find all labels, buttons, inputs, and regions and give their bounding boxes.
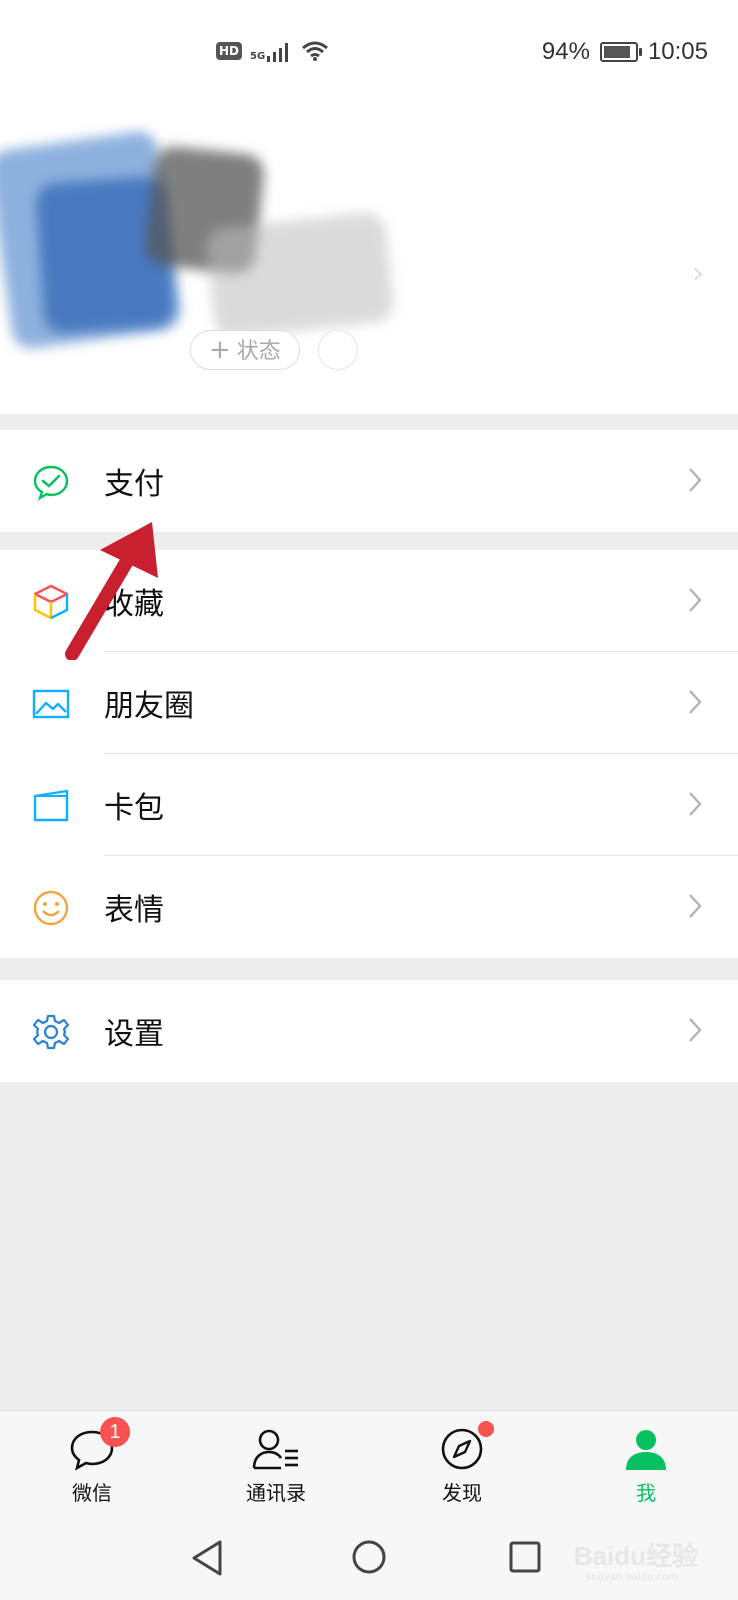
annotation-arrow-icon: [65, 522, 158, 660]
wifi-icon: [302, 41, 329, 61]
tab-label: 发现: [442, 1481, 482, 1505]
tab-label: 我: [636, 1481, 656, 1505]
chevron-right-icon: [689, 690, 702, 714]
chevron-right-icon: [689, 588, 702, 612]
profile-chevron-icon: ›: [692, 256, 704, 291]
tab-label: 通讯录: [246, 1481, 306, 1505]
pay-group: 支付: [0, 430, 738, 532]
status-right: 94% 10:05: [542, 38, 708, 66]
menu-item-label: 表情: [104, 893, 164, 928]
moments-icon: [32, 689, 70, 719]
tab-chats[interactable]: 1 微信: [32, 1417, 152, 1506]
hd-voice-icon: HD: [216, 42, 243, 60]
contacts-icon: [252, 1429, 298, 1470]
bottom-tab-bar: 1 微信 通讯录 发现 我: [0, 1410, 738, 1519]
status-label: 状态: [236, 339, 281, 364]
menu-item-label: 朋友圈: [104, 689, 194, 724]
smiley-icon: [33, 890, 69, 926]
friend-status-button[interactable]: [318, 330, 358, 370]
card-wallet-icon: [33, 789, 69, 822]
back-icon[interactable]: [190, 1538, 226, 1578]
tab-me[interactable]: 我: [586, 1421, 706, 1506]
signal-icon: 5G: [250, 40, 293, 62]
home-icon[interactable]: [350, 1538, 388, 1576]
menu-item-moments[interactable]: 朋友圈: [0, 652, 738, 754]
pay-icon: [33, 465, 69, 501]
obscured-wechat-id: [204, 210, 396, 340]
status-bar: HD 5G 94% 10:05: [0, 0, 738, 100]
profile-header[interactable]: › + 状态: [0, 100, 738, 414]
settings-group: 设置: [0, 980, 738, 1082]
system-nav-bar: Baidu经验 jingyan.baidu.com: [0, 1518, 738, 1600]
battery-percent: 94%: [541, 38, 590, 65]
notification-dot: [478, 1421, 494, 1437]
unread-badge: 1: [100, 1417, 130, 1447]
menu-item-label: 卡包: [104, 791, 164, 826]
recents-icon[interactable]: [508, 1540, 542, 1574]
tab-discover[interactable]: 发现: [402, 1421, 522, 1506]
menu-item-label: 设置: [104, 1017, 164, 1052]
compass-icon: [441, 1428, 483, 1470]
chevron-right-icon: [689, 894, 702, 918]
plus-icon: +: [209, 335, 231, 365]
gear-icon: [32, 1014, 70, 1050]
clock: 10:05: [647, 38, 708, 65]
watermark-url: jingyan.baidu.com: [585, 1572, 678, 1583]
menu-item-pay[interactable]: 支付: [0, 430, 738, 532]
chevron-right-icon: [689, 468, 702, 492]
menu-item-label: 支付: [104, 467, 164, 502]
watermark-logo: Baidu经验: [573, 1541, 698, 1571]
chevron-right-icon: [689, 1018, 702, 1042]
menu-item-stickers[interactable]: 表情: [0, 856, 738, 958]
menu-item-settings[interactable]: 设置: [0, 980, 738, 1082]
tab-contacts[interactable]: 通讯录: [216, 1421, 336, 1506]
battery-fill: [603, 46, 631, 58]
person-icon: [626, 1430, 666, 1470]
menu-item-cards[interactable]: 卡包: [0, 754, 738, 856]
network-type: 5G: [250, 51, 266, 62]
status-left-icons: HD 5G: [216, 40, 329, 62]
tab-label: 微信: [72, 1481, 112, 1505]
add-status-button[interactable]: + 状态: [190, 330, 300, 370]
battery-icon: [599, 42, 642, 62]
chevron-right-icon: [689, 792, 702, 816]
